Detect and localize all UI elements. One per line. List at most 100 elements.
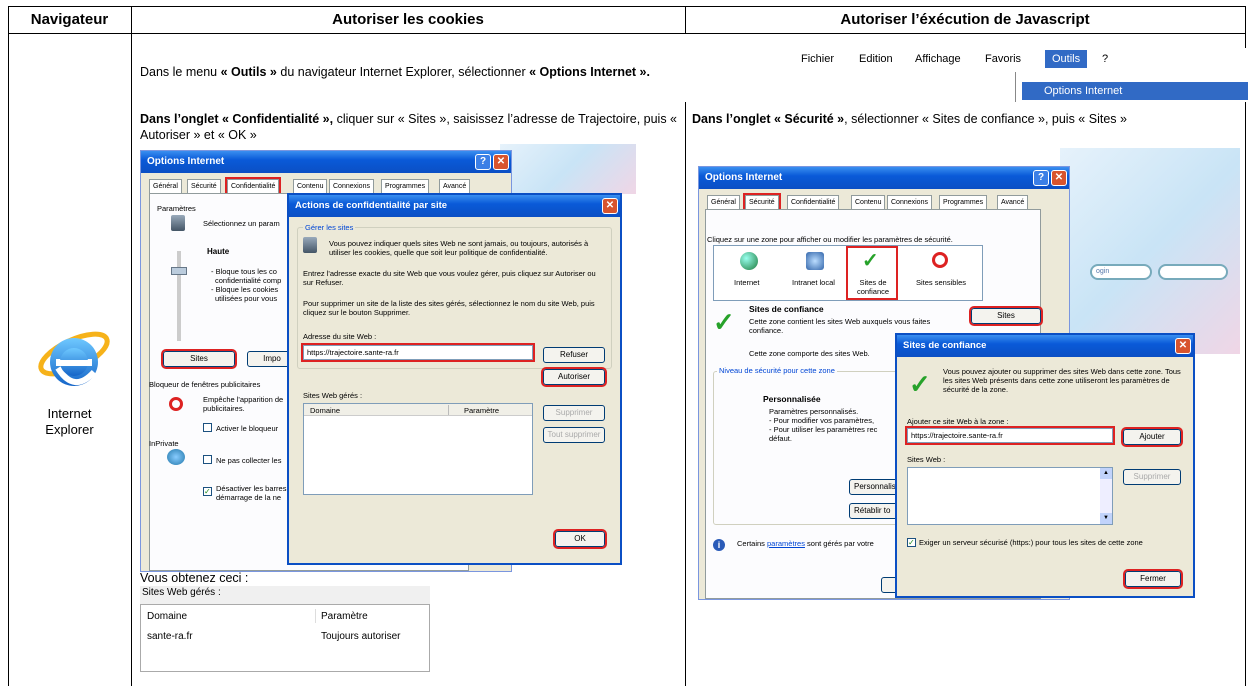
- result-label: Vous obtenez ceci :: [140, 571, 249, 585]
- result-col-sep: [315, 609, 316, 623]
- js-window-title: Options Internet: [699, 167, 1069, 189]
- popup-prevent-2: publicitaires.: [203, 404, 245, 413]
- intro-options: « Options Internet ».: [529, 65, 650, 79]
- refuse-button[interactable]: Refuser: [543, 347, 605, 363]
- result-col-domain: Domaine: [147, 611, 188, 622]
- zone-intranet[interactable]: Intranet local: [792, 278, 835, 287]
- close-icon[interactable]: ✕: [493, 154, 509, 170]
- col-sep: [448, 405, 449, 415]
- js-tab-programmes[interactable]: Programmes: [939, 195, 988, 209]
- inprivate-label: InPrivate: [149, 439, 179, 448]
- require-https-checkbox[interactable]: ✓: [907, 538, 916, 547]
- intro-pre: Dans le menu: [140, 65, 221, 79]
- result-snapshot: Sites Web gérés : Domaine Paramètre sant…: [140, 586, 430, 672]
- js-tab-confidentialite[interactable]: Confidentialité: [787, 195, 840, 209]
- header-navigateur: Navigateur: [30, 11, 109, 28]
- col-divider-2-body: [685, 102, 686, 686]
- scroll-down-icon[interactable]: ▼: [1100, 513, 1112, 524]
- menu-option-internet-options[interactable]: Options Internet: [1022, 82, 1248, 100]
- allow-button[interactable]: Autoriser: [541, 367, 607, 387]
- tab-avance[interactable]: Avancé: [439, 179, 471, 193]
- tab-confidentialite[interactable]: Confidentialité: [224, 177, 282, 195]
- tab-contenu[interactable]: Contenu: [293, 179, 328, 193]
- menu-item-fichier[interactable]: Fichier: [801, 53, 834, 65]
- js-tab-connexions[interactable]: Connexions: [887, 195, 932, 209]
- trusted-sites-title: Sites de confiance: [897, 335, 1193, 357]
- browser-name-line1: Internet: [47, 406, 92, 421]
- trusted-remove-button[interactable]: Supprimer: [1123, 469, 1181, 485]
- trusted-dialog-desc: Vous pouvez ajouter ou supprimer des sit…: [943, 367, 1181, 394]
- menu-item-favoris[interactable]: Favoris: [985, 53, 1021, 65]
- select-zone-text: Sélectionnez un param: [203, 219, 280, 228]
- intro-outils: « Outils »: [220, 65, 277, 79]
- ie-menu-bar: Fichier Edition Affichage Favoris Outils…: [795, 48, 1250, 72]
- managed-sites-list[interactable]: Domaine Paramètre: [303, 403, 533, 495]
- js-tab-avance[interactable]: Avancé: [997, 195, 1029, 209]
- trusted-sites-close-icon[interactable]: ✕: [1175, 338, 1191, 354]
- tab-programmes[interactable]: Programmes: [381, 179, 430, 193]
- zone-internet[interactable]: Internet: [734, 278, 759, 287]
- footer-link[interactable]: paramètres: [767, 539, 805, 548]
- js-help-icon[interactable]: ?: [1033, 170, 1049, 186]
- address-input[interactable]: https://trajectoire.sante-ra.fr: [301, 343, 535, 362]
- scrollbar[interactable]: ▲ ▼: [1100, 468, 1112, 524]
- zone-trusted-label: Sites de confiance: [856, 278, 890, 296]
- require-https-label: Exiger un serveur sécurisé (https:) pour…: [919, 538, 1143, 547]
- add-site-button[interactable]: Ajouter: [1121, 427, 1183, 447]
- activate-blocker-checkbox[interactable]: [203, 423, 212, 432]
- disable-bars-2: démarrage de la ne: [216, 493, 282, 502]
- site-privacy-title: Actions de confidentialité par site: [289, 195, 620, 217]
- help-icon[interactable]: ?: [475, 154, 491, 170]
- scroll-up-icon[interactable]: ▲: [1100, 468, 1112, 479]
- add-site-label: Ajouter ce site Web à la zone :: [907, 417, 1009, 426]
- close-button[interactable]: Fermer: [1123, 569, 1183, 589]
- footer-text: Certains paramètres sont gérés par votre: [737, 539, 874, 548]
- menu-item-affichage[interactable]: Affichage: [915, 53, 961, 65]
- tab-general[interactable]: Général: [149, 179, 182, 193]
- remove-all-button[interactable]: Tout supprimer: [543, 427, 605, 443]
- dialog-para-3: Pour supprimer un site de la liste des s…: [303, 299, 595, 317]
- zone-restricted[interactable]: Sites sensibles: [916, 278, 966, 287]
- no-collect-checkbox[interactable]: [203, 455, 212, 464]
- js-tab-securite[interactable]: Sécurité: [743, 193, 781, 211]
- custom-d3: - Pour utiliser les paramètres rec: [769, 425, 878, 434]
- menu-item-edition[interactable]: Edition: [859, 53, 893, 65]
- menu-item-outils[interactable]: Outils: [1045, 50, 1088, 68]
- level-desc-2: confidentialité comp: [215, 276, 282, 285]
- js-tab-general[interactable]: Général: [707, 195, 740, 209]
- dialog-para-2: Entrez l'adresse exacte du site Web que …: [303, 269, 596, 287]
- menu-item-help[interactable]: ?: [1102, 53, 1108, 65]
- cookies-window-title: Options Internet: [141, 151, 511, 173]
- address-label: Adresse du site Web :: [303, 332, 377, 341]
- intro-sentence: Dans le menu « Outils » du navigateur In…: [140, 64, 650, 80]
- js-sites-button[interactable]: Sites: [969, 306, 1043, 326]
- remove-button[interactable]: Supprimer: [543, 405, 605, 421]
- zone-trusted[interactable]: ✓ Sites de confiance: [846, 246, 898, 300]
- zone-list: Internet Intranet local ✓ Sites de confi…: [713, 245, 983, 301]
- params-label: Paramètres: [157, 204, 196, 213]
- js-close-icon[interactable]: ✕: [1051, 170, 1067, 186]
- privacy-slider[interactable]: [177, 251, 181, 341]
- js-tab-contenu[interactable]: Contenu: [851, 195, 886, 209]
- level-high: Haute: [207, 247, 230, 256]
- inprivate-icon: [167, 449, 185, 465]
- custom-d2: - Pour modifier vos paramètres,: [769, 416, 875, 425]
- col-domain[interactable]: Domaine: [310, 406, 340, 415]
- footer-pre: Certains: [737, 539, 768, 548]
- websites-list[interactable]: ▲ ▼: [907, 467, 1113, 525]
- disable-bars-checkbox[interactable]: ✓: [203, 487, 212, 496]
- trusted-check-icon: ✓: [713, 307, 735, 337]
- trusted-sites-dialog: Sites de confiance ✕ ✓ Vous pouvez ajout…: [895, 333, 1195, 598]
- tab-connexions[interactable]: Connexions: [329, 179, 374, 193]
- sites-button[interactable]: Sites: [161, 349, 237, 369]
- header-bottom-border: [8, 33, 1245, 34]
- tab-securite[interactable]: Sécurité: [187, 179, 221, 193]
- add-site-input[interactable]: https://trajectoire.sante-ra.fr: [905, 426, 1115, 445]
- bg-password-field: [1158, 264, 1228, 280]
- result-list: Domaine Paramètre sante-ra.fr Toujours a…: [140, 604, 430, 672]
- col-param[interactable]: Paramètre: [464, 406, 499, 415]
- trusted-title: Sites de confiance: [749, 304, 824, 314]
- ok-button[interactable]: OK: [553, 529, 607, 549]
- site-privacy-close-icon[interactable]: ✕: [602, 198, 618, 214]
- slider-thumb[interactable]: [171, 267, 187, 275]
